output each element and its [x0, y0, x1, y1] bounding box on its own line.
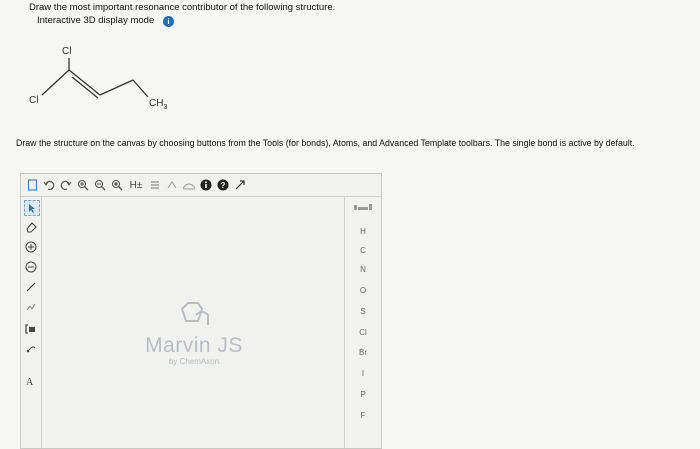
- cip-stereo-icon[interactable]: [165, 178, 179, 192]
- atom-label-cl-left: Cl: [29, 95, 38, 106]
- tools-toolbar: A: [21, 197, 42, 448]
- marvin-logo-sub: by ChemAxon: [168, 357, 220, 366]
- atoms-toolbar: H C N O S Cl Br I P F: [344, 197, 381, 448]
- atom-button-i[interactable]: I: [345, 369, 381, 378]
- help-glyph: ?: [221, 181, 226, 190]
- atom-label-cl-top: Cl: [62, 46, 71, 57]
- instructions-text: Draw the structure on the canvas by choo…: [16, 138, 635, 148]
- marvin-logo-name: Marvin JS: [145, 334, 243, 357]
- double-bond-c1-c2: [68, 69, 101, 96]
- bracket-tool-icon[interactable]: [24, 322, 38, 336]
- bond-c1-cl-left: [41, 69, 70, 96]
- decrease-charge-icon[interactable]: [24, 260, 38, 274]
- atom-button-cl[interactable]: Cl: [345, 328, 381, 337]
- help-icon[interactable]: ?: [216, 178, 230, 192]
- marvin-logo: Marvin JS by ChemAxon: [139, 299, 249, 366]
- svg-text:A: A: [26, 377, 34, 387]
- eraser-tool-icon[interactable]: [24, 220, 38, 234]
- question-title: Draw the most important resonance contri…: [29, 2, 336, 13]
- atom-button-n[interactable]: N: [345, 265, 381, 274]
- atom-button-s[interactable]: S: [345, 307, 381, 316]
- atom-button-c[interactable]: C: [345, 246, 381, 255]
- info-circle-icon[interactable]: [199, 178, 213, 192]
- new-document-icon[interactable]: [25, 178, 39, 192]
- zoom-out-icon[interactable]: [93, 178, 107, 192]
- explicit-hydrogens-button[interactable]: H±: [127, 178, 145, 192]
- atom-label-ch3: CH3: [149, 98, 167, 111]
- atom-button-h[interactable]: H: [345, 227, 381, 236]
- zoom-fit-icon[interactable]: [110, 178, 124, 192]
- clean-2d-icon[interactable]: [182, 178, 196, 192]
- molecule-structure: Cl Cl CH3: [29, 46, 167, 111]
- increase-charge-icon[interactable]: [24, 240, 38, 254]
- ch3-subscript: 3: [163, 104, 167, 111]
- aromatize-icon[interactable]: [148, 178, 162, 192]
- atom-button-br[interactable]: Br: [345, 348, 381, 357]
- bond-c3-ch3: [132, 79, 149, 98]
- bond-c2-c3: [99, 79, 134, 96]
- redo-icon[interactable]: [59, 178, 73, 192]
- marvin-editor[interactable]: H± ? A H C N O S Cl Br I P F Marvin JS b…: [20, 173, 382, 449]
- display-mode-label: Interactive 3D display mode: [37, 15, 155, 26]
- zoom-in-icon[interactable]: [76, 178, 90, 192]
- fullscreen-icon[interactable]: [233, 178, 247, 192]
- marvin-logo-icon: [180, 302, 209, 325]
- info-icon[interactable]: i: [163, 16, 174, 27]
- atom-button-p[interactable]: P: [345, 390, 381, 399]
- top-toolbar: H± ?: [21, 174, 381, 197]
- atom-button-f[interactable]: F: [345, 411, 381, 420]
- double-bond-c1-c2-inner: [71, 76, 99, 99]
- text-tool-icon[interactable]: A: [24, 374, 38, 388]
- atom-button-o[interactable]: O: [345, 286, 381, 295]
- undo-icon[interactable]: [42, 178, 56, 192]
- periodic-table-icon[interactable]: [345, 203, 381, 213]
- ch3-label: CH: [149, 98, 163, 109]
- electron-flow-icon[interactable]: [24, 342, 38, 356]
- single-bond-icon[interactable]: [24, 280, 38, 294]
- select-tool-icon[interactable]: [24, 200, 40, 216]
- chain-tool-icon[interactable]: [24, 300, 38, 314]
